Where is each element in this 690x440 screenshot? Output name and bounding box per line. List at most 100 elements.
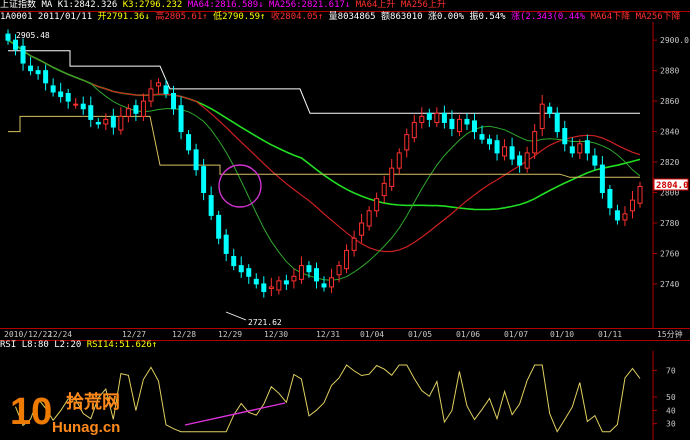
candle-body — [577, 143, 583, 154]
date-label: 01/04 — [360, 330, 384, 339]
candle-body — [283, 280, 289, 285]
candle-body — [344, 249, 350, 270]
candle-body — [329, 277, 335, 288]
candle-body — [629, 199, 635, 212]
candle-body — [374, 198, 380, 212]
last-price-text: 2804.0 — [656, 181, 689, 191]
date-label: 01/05 — [408, 330, 432, 339]
date-label: 01/11 — [598, 330, 622, 339]
rsi-header-row: RSI L8:80 L2:20 RSI14:51.626↑ — [0, 340, 157, 351]
candle-body — [246, 268, 252, 277]
rsi-title: RSI — [0, 340, 17, 350]
candle-body — [562, 128, 568, 145]
candle-body — [291, 275, 297, 282]
candle-body — [186, 134, 192, 151]
price-tick-label: 2820 — [660, 158, 679, 167]
watermark-cn: 拾荒网 — [66, 391, 120, 413]
date-label: 12/30 — [264, 330, 288, 339]
candle-body — [487, 138, 493, 145]
candle-body — [65, 93, 71, 102]
volume-value: 量8034865 — [328, 12, 376, 22]
rsi-tick-label: 30 — [666, 420, 676, 429]
candle-body — [155, 82, 161, 87]
candle-body — [193, 149, 199, 171]
candle-body — [171, 93, 177, 110]
price-tick-label: 2900.0 — [660, 36, 689, 45]
candle-body — [223, 234, 229, 254]
candlestick-chart[interactable]: 2900.028802860284028202800278027602740 2… — [0, 22, 690, 328]
candle-body — [471, 120, 477, 133]
code-date: 1A0001 2011/01/11 — [0, 12, 93, 22]
rsi-divergence-line — [184, 402, 286, 426]
candle-body — [554, 112, 560, 133]
date-label: 12/24 — [48, 330, 72, 339]
candle-body — [434, 112, 440, 123]
candle-body — [163, 85, 169, 95]
candle-body — [381, 182, 387, 197]
candle-body — [35, 70, 41, 75]
candle-body — [494, 140, 500, 154]
ma64-down: MA64下降 — [590, 12, 631, 22]
candle-body — [449, 118, 455, 130]
candle-body — [238, 265, 244, 273]
candle-body — [584, 140, 590, 154]
candle-body — [479, 134, 485, 140]
site-watermark: 10 拾荒网 Hunag.cn — [10, 391, 120, 436]
watermark-number: 10 — [10, 391, 52, 433]
period-label[interactable]: 15分钟 — [657, 329, 683, 339]
candle-body — [313, 268, 319, 282]
date-label: 01/06 — [456, 330, 480, 339]
watermark-domain: Hunag.cn — [52, 419, 120, 436]
candle-body — [28, 65, 34, 72]
close-value: 收2804.05↑ — [270, 12, 324, 22]
candle-body — [298, 265, 304, 280]
candle-body — [95, 121, 101, 125]
date-axis: 2010/12/2212/24 12/27 12/28 12/29 12/30 12/31… — [4, 329, 683, 339]
candle-body — [5, 33, 11, 41]
price-tick-label: 2760 — [660, 249, 679, 258]
ma256-down: MA256下降 — [635, 12, 681, 22]
ma-header-row: 上证指数 MA K1:2842.326 K3:2796.232 MA64:281… — [0, 0, 446, 11]
candle-body — [539, 103, 545, 130]
candle-body — [599, 164, 605, 194]
candle-body — [547, 106, 553, 114]
candle-body — [253, 278, 259, 285]
candle-body — [614, 210, 620, 221]
amp-value: 振0.54% — [469, 12, 506, 22]
amount-value: 额863010 — [381, 12, 423, 22]
candle-body — [50, 85, 56, 93]
date-label: 12/28 — [172, 330, 196, 339]
candle-body — [103, 118, 109, 125]
candle-body — [336, 265, 342, 276]
candle-body — [464, 118, 470, 125]
candle-body — [396, 152, 402, 169]
rise-value: 涨(2.343(0.44% — [511, 12, 586, 22]
price-tick-label: 2840 — [660, 128, 679, 137]
candle-body — [110, 115, 116, 128]
price-tick-label: 2740 — [660, 280, 679, 289]
candle-body — [73, 103, 79, 106]
candle-body — [216, 214, 222, 239]
candle-body — [58, 91, 64, 98]
date-label: 12/31 — [316, 330, 340, 339]
candle-body — [268, 286, 274, 289]
date-label: 12/29 — [218, 330, 242, 339]
candle-body — [231, 255, 237, 267]
candle-body — [359, 222, 365, 236]
candle-body — [133, 105, 139, 114]
candle-body — [389, 167, 395, 187]
rsi-tick-label: 40 — [666, 406, 676, 415]
candle-body — [592, 155, 598, 166]
date-label: 12/27 — [122, 330, 146, 339]
date-label: 01/10 — [550, 330, 574, 339]
candle-body — [517, 155, 523, 166]
ma64-value: MA64:2816.589↓ — [187, 0, 264, 10]
k1-value: K1:2842.326 — [57, 0, 118, 10]
candle-body — [321, 283, 327, 288]
rsi-l: L8:80 — [21, 340, 49, 350]
candle-body — [441, 112, 447, 123]
candle-body — [13, 39, 19, 50]
index-name[interactable]: 上证指数 — [0, 0, 36, 10]
candle-body — [88, 105, 94, 120]
candle-body — [622, 213, 628, 221]
